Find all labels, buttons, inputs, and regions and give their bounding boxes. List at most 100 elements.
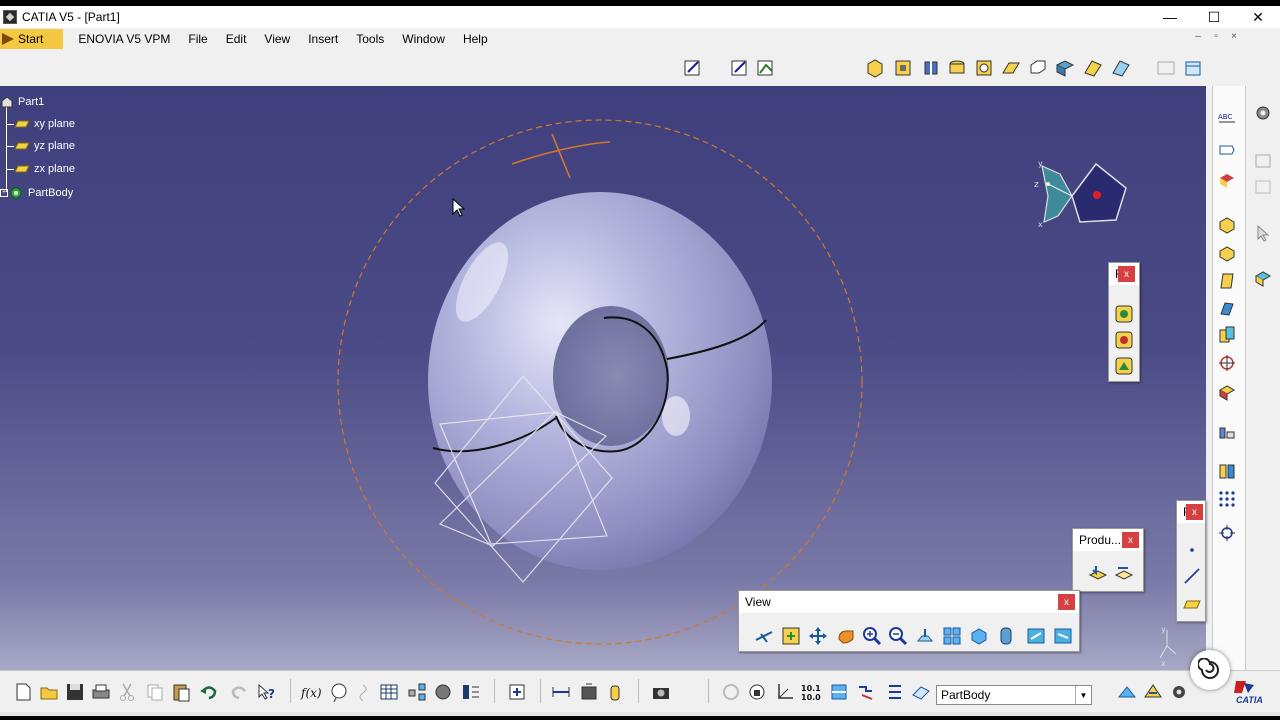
doc-minimize-icon[interactable]: – (1192, 31, 1204, 42)
palette-sketch-tools-close-button[interactable]: x (1118, 266, 1135, 282)
zoom-out-icon[interactable] (887, 625, 909, 647)
law-icon[interactable] (354, 681, 376, 703)
constraint-analysis-icon[interactable] (1142, 681, 1164, 703)
multi-view-icon[interactable] (941, 625, 963, 647)
expand-icon[interactable]: + (0, 189, 8, 197)
apply-material-icon[interactable] (1216, 168, 1238, 190)
measure-between-icon[interactable] (550, 681, 572, 703)
slot-icon[interactable] (1027, 57, 1049, 79)
pocket-icon[interactable] (892, 57, 914, 79)
tree-item-yz-plane[interactable]: yz plane (6, 140, 75, 152)
3d-viewport[interactable]: Part1 xy plane yz plane zx plane + PartB… (0, 86, 1206, 670)
menu-enovia[interactable]: ENOVIA V5 VPM (69, 32, 179, 46)
publish-icon[interactable] (1113, 303, 1135, 325)
sketch-icon[interactable] (682, 57, 704, 79)
open-icon[interactable] (38, 681, 60, 703)
instantiate-icon[interactable] (406, 681, 428, 703)
compass-widget[interactable]: y z x (1030, 156, 1134, 236)
text-with-leader-icon[interactable]: ABC (1216, 108, 1238, 130)
select-arrow-icon[interactable] (1252, 222, 1274, 244)
sketch-plane-icon[interactable] (910, 681, 932, 703)
axis-dimension-icon[interactable] (774, 681, 796, 703)
menu-file[interactable]: File (179, 32, 216, 46)
rotate-hand-icon[interactable] (746, 681, 768, 703)
pan-icon[interactable] (807, 625, 829, 647)
palette-view-title[interactable]: View x (739, 591, 1079, 613)
menu-view[interactable]: View (255, 32, 299, 46)
shading-icon[interactable] (995, 625, 1017, 647)
product-replace-icon[interactable] (1113, 563, 1135, 585)
animation-icon[interactable] (720, 681, 742, 703)
tree-item-zx-plane[interactable]: zx plane (6, 163, 75, 175)
menu-help[interactable]: Help (454, 32, 497, 46)
feature-icon[interactable] (1113, 329, 1135, 351)
rib-icon[interactable] (1000, 57, 1022, 79)
rotate-icon[interactable] (835, 625, 857, 647)
groove-icon[interactable] (946, 57, 968, 79)
design-table-icon[interactable] (378, 681, 400, 703)
settings-gear-icon[interactable] (1252, 102, 1274, 124)
chevron-down-icon[interactable]: ▼ (1075, 686, 1091, 704)
doc-close-icon[interactable]: × (1228, 31, 1240, 42)
isometric-view-icon[interactable] (968, 625, 990, 647)
pattern-icon[interactable] (1216, 422, 1238, 444)
menu-window[interactable]: Window (393, 32, 454, 46)
palette-product-title[interactable]: Produ... x (1073, 529, 1143, 551)
plane-tool-icon[interactable] (1181, 593, 1203, 615)
palette-product-close-button[interactable]: x (1122, 532, 1139, 548)
fit-all-in-icon[interactable] (780, 625, 802, 647)
swap-visible-space-icon[interactable] (1052, 625, 1074, 647)
hide-show-icon[interactable] (1025, 625, 1047, 647)
whats-this-icon[interactable]: ? (256, 681, 278, 703)
hole-icon[interactable] (973, 57, 995, 79)
formula-icon[interactable]: f(x) (300, 681, 322, 703)
normal-view-icon[interactable] (914, 625, 936, 647)
current-body-combo[interactable]: PartBody ▼ (936, 685, 1092, 705)
measure-item-icon[interactable] (578, 681, 600, 703)
multi-section-solid-icon[interactable] (1082, 57, 1104, 79)
capture-camera-icon[interactable] (650, 681, 672, 703)
maximize-button[interactable]: ☐ (1192, 6, 1236, 28)
cut-part-by-sketch-plane-icon[interactable] (828, 681, 850, 703)
stiffener-icon[interactable] (1054, 57, 1076, 79)
knowledge-icon[interactable] (328, 681, 350, 703)
paste-icon[interactable] (170, 681, 192, 703)
palette-reference-close-button[interactable]: x (1186, 504, 1203, 520)
comparison-icon[interactable] (460, 681, 482, 703)
redo-icon[interactable] (228, 681, 250, 703)
grid-snap-icon[interactable]: 10.1 10.0 (800, 681, 822, 703)
gear-settings-icon[interactable] (1168, 681, 1190, 703)
minimize-button[interactable]: — (1148, 6, 1192, 28)
menu-tools[interactable]: Tools (347, 32, 393, 46)
draft-icon[interactable] (1216, 270, 1238, 292)
scaling-icon[interactable] (1216, 460, 1238, 482)
palette-sketch-tools-title[interactable]: F x (1109, 263, 1139, 285)
save-icon[interactable] (64, 681, 86, 703)
undo-icon[interactable] (198, 681, 220, 703)
measure-icon[interactable] (1182, 57, 1204, 79)
close-button[interactable]: ✕ (1236, 6, 1280, 28)
print-icon[interactable] (90, 681, 112, 703)
translate-target-icon[interactable] (1216, 352, 1238, 374)
usual-mode-icon[interactable] (884, 681, 906, 703)
positioned-sketch-icon[interactable] (729, 57, 751, 79)
new-icon[interactable] (12, 681, 34, 703)
shell-icon[interactable] (1216, 298, 1238, 320)
edge-fillet-icon[interactable] (1216, 214, 1238, 236)
tree-item-part1[interactable]: Part1 (0, 95, 44, 109)
tree-item-xy-plane[interactable]: xy plane (6, 118, 75, 130)
palette-reference-title[interactable]: F x (1177, 501, 1205, 523)
update-icon[interactable] (506, 681, 528, 703)
copy-icon[interactable] (144, 681, 166, 703)
product-insert-icon[interactable] (1087, 563, 1109, 585)
pad-icon[interactable] (864, 57, 886, 79)
tree-item-partbody[interactable]: + PartBody (0, 185, 73, 201)
grid-pattern-icon[interactable] (1216, 488, 1238, 510)
wall-thickness-icon[interactable] (1252, 268, 1274, 290)
sketch-analysis-icon[interactable] (755, 57, 777, 79)
removed-multi-section-icon[interactable] (1110, 57, 1132, 79)
zoom-in-icon[interactable] (861, 625, 883, 647)
fly-mode-icon[interactable] (753, 625, 775, 647)
analysis-icon[interactable] (1116, 681, 1138, 703)
cut-icon[interactable] (116, 681, 138, 703)
